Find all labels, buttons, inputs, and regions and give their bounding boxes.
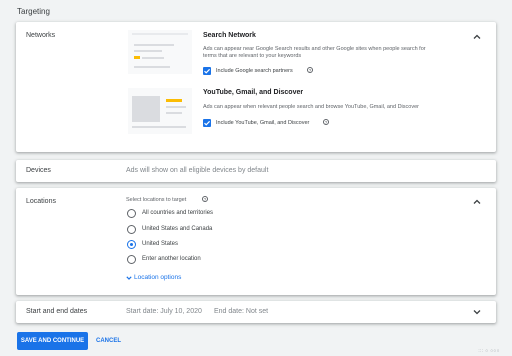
youtube-checkbox-label: Include YouTube, Gmail, and Discover <box>216 120 310 126</box>
radio-all-countries-label: All countries and territories <box>142 210 214 216</box>
radio-us-canada[interactable] <box>127 225 136 234</box>
locations-card: Locations Select locations to target ? A… <box>16 188 496 295</box>
save-and-continue-button[interactable]: SAVE AND CONTINUE <box>17 332 88 350</box>
dates-card[interactable]: Start and end dates Start date: July 10,… <box>16 301 496 323</box>
chevron-down-icon[interactable] <box>472 307 482 317</box>
radio-another-location-label: Enter another location <box>142 256 201 262</box>
status-indicator: ::: ○ ○○○ <box>478 348 500 353</box>
youtube-network-illustration <box>128 88 192 134</box>
locations-prompt: Select locations to target <box>126 197 187 203</box>
youtube-network-title: YouTube, Gmail, and Discover <box>203 89 304 96</box>
search-partners-checkbox[interactable] <box>203 67 211 75</box>
cancel-button[interactable]: CANCEL <box>96 332 121 350</box>
end-date: End date: Not set <box>214 308 269 315</box>
radio-united-states-label: United States <box>142 241 179 247</box>
networks-label: Networks <box>26 32 56 39</box>
locations-label: Locations <box>26 198 56 205</box>
youtube-checkbox[interactable] <box>203 119 211 127</box>
devices-card[interactable]: Devices Ads will show on all eligible de… <box>16 160 496 182</box>
search-network-illustration <box>128 30 192 74</box>
radio-all-countries[interactable] <box>127 209 136 218</box>
help-icon[interactable]: ? <box>307 67 313 73</box>
networks-card: Networks Search Network Ads can appear n… <box>16 22 496 152</box>
location-options-link[interactable]: Location options <box>134 274 181 281</box>
radio-another-location[interactable] <box>127 255 136 264</box>
chevron-up-icon[interactable] <box>472 197 482 207</box>
search-network-desc-2: terms that are relevant to your keywords <box>203 53 302 59</box>
start-date: Start date: July 10, 2020 <box>126 308 202 315</box>
section-title: Targeting <box>17 7 50 16</box>
search-partners-label: Include Google search partners <box>216 68 293 74</box>
chevron-up-icon[interactable] <box>472 32 482 42</box>
help-icon[interactable]: ? <box>323 119 329 125</box>
devices-summary: Ads will show on all eligible devices by… <box>126 167 269 174</box>
youtube-network-desc: Ads can appear when relevant people sear… <box>203 104 419 110</box>
search-network-title: Search Network <box>203 32 256 39</box>
dates-label: Start and end dates <box>26 308 88 315</box>
radio-us-canada-label: United States and Canada <box>142 226 213 232</box>
help-icon[interactable]: ? <box>202 196 208 202</box>
devices-label: Devices <box>26 167 51 174</box>
chevron-down-icon[interactable] <box>125 274 133 282</box>
radio-united-states[interactable] <box>127 240 136 249</box>
